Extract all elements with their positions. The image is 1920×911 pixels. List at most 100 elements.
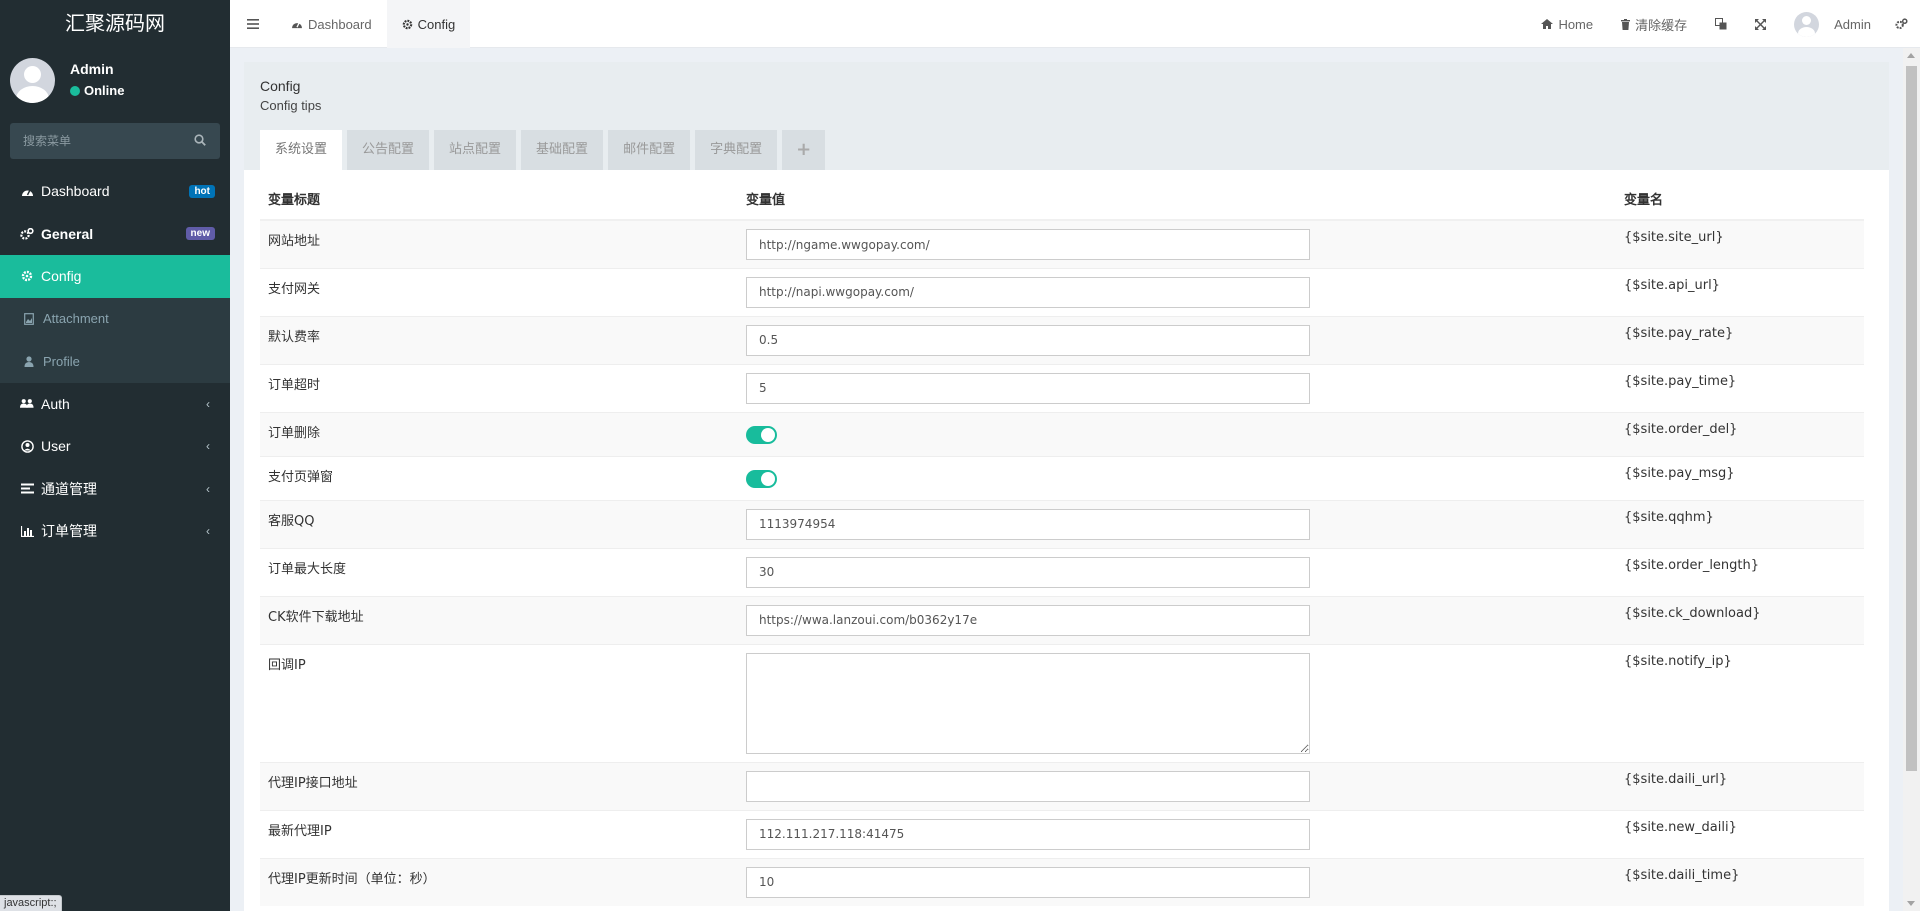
table-row: 回调IP {$site.notify_ip} bbox=[260, 643, 1864, 762]
page-scrollbar[interactable] bbox=[1903, 48, 1920, 911]
table-row: 订单删除 {$site.order_del} bbox=[260, 411, 1864, 456]
clear-cache-button[interactable]: 清除缓存 bbox=[1607, 0, 1701, 48]
sidebar-toggle-button[interactable] bbox=[230, 0, 276, 48]
control-sidebar-button[interactable] bbox=[1885, 0, 1920, 48]
sidebar-item-channel[interactable]: 通道管理 ‹ bbox=[0, 468, 230, 511]
order-length-input[interactable] bbox=[746, 556, 1310, 588]
sidebar-item-label: Dashboard bbox=[41, 183, 110, 200]
row-variable: {$site.pay_rate} bbox=[1616, 315, 1864, 364]
row-label: 订单最大长度 bbox=[260, 547, 738, 596]
group-icon bbox=[20, 397, 34, 411]
user-status: Online bbox=[70, 83, 124, 98]
chevron-left-icon: ‹ bbox=[206, 439, 210, 454]
config-tabs: 系统设置 公告配置 站点配置 基础配置 邮件配置 字典配置 + bbox=[260, 130, 826, 170]
tab-email[interactable]: 邮件配置 bbox=[608, 130, 691, 170]
table-row: 订单最大长度 {$site.order_length} bbox=[260, 547, 1864, 596]
home-link[interactable]: Home bbox=[1527, 0, 1607, 48]
user-menu[interactable]: Admin bbox=[1780, 0, 1885, 48]
tab-dashboard[interactable]: Dashboard bbox=[276, 0, 387, 48]
pay-rate-input[interactable] bbox=[746, 324, 1310, 356]
site-url-input[interactable] bbox=[746, 229, 1310, 260]
sidebar-item-label: 通道管理 bbox=[41, 480, 97, 497]
sidebar-item-attachment[interactable]: Attachment bbox=[0, 297, 230, 340]
chevron-left-icon: ‹ bbox=[206, 481, 210, 496]
sidebar-item-label: 订单管理 bbox=[41, 523, 97, 540]
sidebar-item-config[interactable]: Config bbox=[0, 255, 230, 298]
tab-announcement[interactable]: 公告配置 bbox=[347, 130, 430, 170]
language-button[interactable] bbox=[1701, 0, 1741, 48]
tab-label: Dashboard bbox=[308, 16, 372, 32]
sidebar-menu: Dashboard hot General new Config Attachm… bbox=[0, 170, 230, 553]
sidebar-item-orders[interactable]: 订单管理 ‹ bbox=[0, 510, 230, 553]
sidebar-item-user[interactable]: User ‹ bbox=[0, 425, 230, 468]
column-header-value: 变量值 bbox=[738, 178, 1616, 221]
tab-basic[interactable]: 基础配置 bbox=[521, 130, 604, 170]
column-header-variable: 变量名 bbox=[1616, 178, 1864, 221]
dashboard-icon bbox=[292, 22, 302, 29]
row-label: CK软件下载地址 bbox=[260, 595, 738, 644]
sidebar-item-auth[interactable]: Auth ‹ bbox=[0, 383, 230, 426]
table-row: 客服QQ {$site.qqhm} bbox=[260, 499, 1864, 548]
online-dot-icon bbox=[70, 85, 80, 96]
order-delete-toggle[interactable] bbox=[746, 425, 777, 444]
tab-label: Config bbox=[417, 16, 456, 32]
scroll-down-icon[interactable] bbox=[1907, 901, 1915, 906]
sidebar-search bbox=[10, 123, 220, 159]
scroll-up-icon[interactable] bbox=[1907, 53, 1915, 58]
panel-title: Config bbox=[260, 78, 301, 94]
sidebar-item-profile[interactable]: Profile bbox=[0, 340, 230, 383]
config-panel: Config Config tips 系统设置 公告配置 站点配置 基础配置 邮… bbox=[244, 62, 1889, 911]
sidebar-item-label: Auth bbox=[41, 395, 70, 412]
sidebar-item-label: Attachment bbox=[43, 311, 109, 327]
sidebar-item-general[interactable]: General new bbox=[0, 213, 230, 256]
user-menu-label: Admin bbox=[1834, 16, 1871, 32]
row-variable: {$site.daili_time} bbox=[1616, 857, 1864, 906]
add-tab-button[interactable]: + bbox=[782, 130, 826, 170]
tab-system-settings[interactable]: 系统设置 bbox=[260, 130, 343, 170]
table-row: 支付页弹窗 {$site.pay_msg} bbox=[260, 455, 1864, 500]
row-label: 代理IP更新时间（单位：秒） bbox=[260, 857, 738, 906]
row-label: 订单删除 bbox=[260, 411, 738, 456]
search-icon[interactable] bbox=[194, 134, 206, 146]
ck-download-input[interactable] bbox=[746, 604, 1310, 636]
search-input[interactable] bbox=[10, 123, 180, 159]
table-row: 默认费率 {$site.pay_rate} bbox=[260, 315, 1864, 364]
chevron-left-icon: ‹ bbox=[206, 524, 210, 539]
scrollbar-thumb[interactable] bbox=[1906, 66, 1917, 771]
sidebar-item-dashboard[interactable]: Dashboard hot bbox=[0, 170, 230, 213]
row-variable: {$site.pay_msg} bbox=[1616, 455, 1864, 500]
pay-popup-toggle[interactable] bbox=[746, 469, 777, 488]
table-row: CK软件下载地址 {$site.ck_download} bbox=[260, 595, 1864, 644]
proxy-url-input[interactable] bbox=[746, 770, 1310, 802]
row-label: 网站地址 bbox=[260, 219, 738, 268]
notify-ip-textarea[interactable] bbox=[746, 652, 1310, 754]
row-label: 代理IP接口地址 bbox=[260, 761, 738, 810]
tab-config[interactable]: Config bbox=[386, 0, 471, 48]
row-variable: {$site.order_length} bbox=[1616, 547, 1864, 596]
table-row: 网站地址 {$site.site_url} bbox=[260, 219, 1864, 268]
pay-time-input[interactable] bbox=[746, 372, 1310, 404]
tab-site[interactable]: 站点配置 bbox=[434, 130, 517, 170]
user-circle-icon bbox=[20, 439, 34, 453]
sidebar: 汇聚源码网 Admin Online Dashboard hot General… bbox=[0, 0, 230, 911]
brand-logo[interactable]: 汇聚源码网 bbox=[0, 0, 230, 48]
api-url-input[interactable] bbox=[746, 276, 1310, 308]
service-qq-input[interactable] bbox=[746, 508, 1310, 540]
bar-chart-icon bbox=[20, 524, 34, 538]
panel-tips: Config tips bbox=[260, 98, 322, 113]
browser-status-bar: javascript:; bbox=[0, 895, 62, 911]
row-variable: {$site.api_url} bbox=[1616, 267, 1864, 316]
row-label: 订单超时 bbox=[260, 363, 738, 412]
new-proxy-input[interactable] bbox=[746, 818, 1310, 850]
column-header-title: 变量标题 bbox=[260, 178, 738, 221]
proxy-time-input[interactable] bbox=[746, 866, 1310, 898]
cogs-icon bbox=[1895, 18, 1908, 30]
cogs-icon bbox=[20, 227, 34, 241]
dashboard-icon bbox=[20, 184, 34, 198]
list-icon bbox=[20, 482, 34, 496]
new-badge: new bbox=[185, 227, 215, 241]
fullscreen-button[interactable] bbox=[1741, 0, 1780, 48]
expand-icon bbox=[1755, 18, 1767, 30]
language-icon bbox=[1715, 18, 1727, 30]
tab-dictionary[interactable]: 字典配置 bbox=[695, 130, 778, 170]
